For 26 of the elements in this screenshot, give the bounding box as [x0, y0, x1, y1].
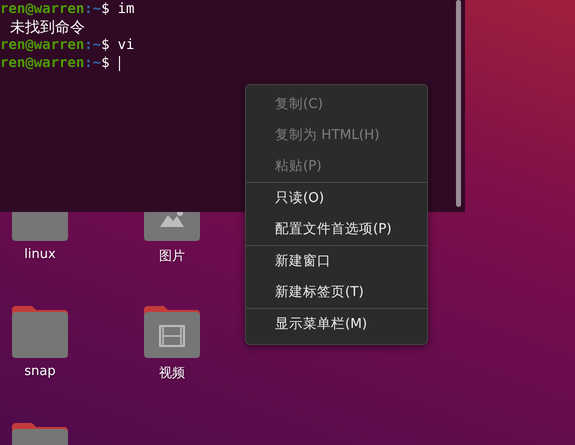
pictures-folder-icon[interactable] — [144, 212, 200, 241]
folder-label: 图片 — [159, 248, 185, 265]
prompt-user: ren@warren — [0, 54, 84, 72]
prompt-sign: $ — [101, 36, 110, 54]
menu-item[interactable]: 配置文件首选项(P) — [246, 214, 427, 245]
folder-label: snap — [24, 364, 56, 379]
prompt-sign: $ — [101, 54, 110, 72]
folder-label: linux — [24, 247, 56, 262]
text-cursor — [118, 56, 120, 70]
scrollbar[interactable] — [456, 0, 461, 207]
videos-folder-icon[interactable] — [144, 306, 200, 358]
output-text: 未找到命令 — [10, 18, 85, 36]
prompt-sign: $ — [101, 0, 110, 18]
menu-item[interactable]: 新建标签页(T) — [246, 277, 427, 308]
prompt-user: ren@warren — [0, 0, 84, 18]
command-text: im — [118, 0, 134, 18]
command-text: vi — [118, 36, 134, 54]
folder-label: 视频 — [159, 365, 185, 382]
prompt-path: :~ — [84, 0, 102, 18]
menu-item[interactable]: 新建窗口 — [246, 246, 427, 277]
prompt-path: :~ — [84, 54, 102, 72]
menu-item[interactable]: 显示菜单栏(M) — [246, 309, 427, 340]
prompt-user: ren@warren — [0, 36, 84, 54]
menu-item[interactable]: 只读(O) — [246, 183, 427, 214]
folder-icon[interactable] — [12, 306, 68, 358]
prompt-path: :~ — [84, 36, 102, 54]
